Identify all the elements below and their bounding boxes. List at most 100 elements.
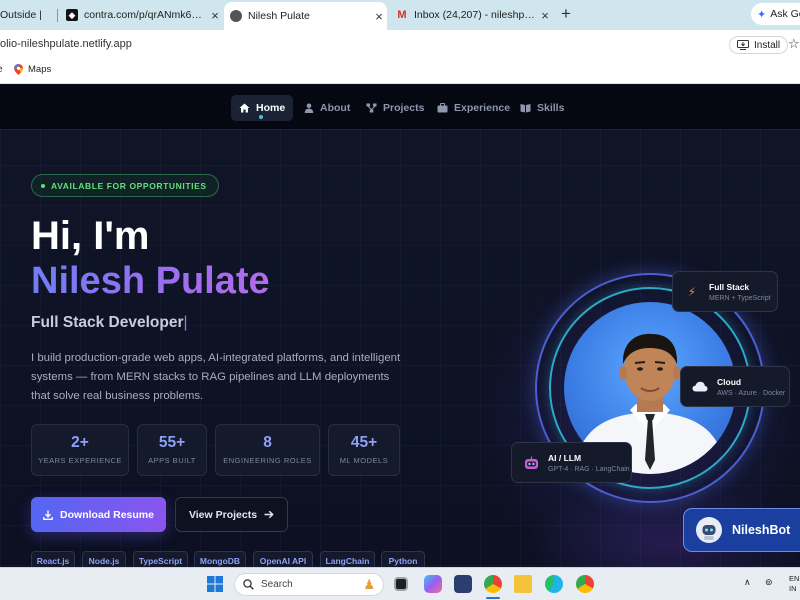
card-subtitle: AWS · Azure · Docker (717, 389, 786, 397)
nav-projects[interactable]: Projects (358, 95, 432, 121)
bookmark-maps[interactable]: Maps (14, 64, 51, 75)
network-icon[interactable]: ⊚ (765, 577, 773, 588)
close-tab-icon[interactable]: × (371, 9, 387, 24)
store-icon[interactable] (454, 575, 472, 593)
briefcase-icon (437, 103, 448, 113)
nileshbot-chat-button[interactable]: NileshBot (683, 508, 800, 552)
button-label: Download Resume (60, 508, 154, 521)
language-indicator[interactable]: EN IN (789, 574, 799, 594)
maps-pin-icon (14, 64, 23, 75)
typing-cursor: | (183, 314, 188, 331)
hero-role: Full Stack Developer| (31, 314, 188, 332)
tab-label: Outside | (0, 9, 42, 21)
language-code: EN (789, 574, 800, 583)
file-explorer-icon[interactable] (514, 575, 532, 593)
windows-taskbar: Search ♟ ∧ ⊚ EN IN (0, 567, 800, 600)
user-icon (304, 103, 314, 113)
gmail-favicon-icon: M (397, 9, 407, 21)
card-full-stack: ⚡ Full Stack MERN + TypeScript (672, 271, 778, 312)
button-label: View Projects (188, 508, 258, 521)
nav-about[interactable]: About (296, 95, 358, 121)
card-title: AI / LLM (548, 452, 582, 463)
nav-experience[interactable]: Experience (429, 95, 518, 121)
tech-tag: TypeScript (133, 551, 188, 567)
copilot-icon[interactable] (424, 575, 442, 593)
bookmarks-bar: e Maps (0, 58, 800, 84)
robot-icon (522, 454, 540, 472)
tech-tag: Node.js (82, 551, 126, 567)
new-tab-button[interactable]: + (558, 5, 574, 23)
tech-tag: LangChain (320, 551, 375, 567)
role-text: Full Stack Developer (31, 314, 184, 331)
badge-label: AVAILABLE FOR OPPORTUNITIES (51, 180, 207, 191)
cloud-icon (691, 378, 709, 396)
stat-label: APPS BUILT (148, 456, 196, 465)
stat-label: ML MODELS (339, 456, 389, 465)
install-icon (737, 40, 749, 50)
tab-label: contra.com/p/qrANmk6U-pdf- (84, 9, 207, 21)
card-title: Cloud (717, 376, 742, 387)
search-highlight-icon: ♟ (363, 576, 375, 592)
nav-skills[interactable]: Skills (512, 95, 572, 121)
tab-nilesh-pulate[interactable]: Nilesh Pulate × (224, 2, 387, 30)
search-icon (243, 579, 254, 590)
tab-outside[interactable]: Outside | (0, 4, 57, 26)
tab-gmail-inbox[interactable]: M Inbox (24,207) - nileshpulate87 × (390, 4, 553, 26)
home-icon (239, 103, 250, 113)
close-tab-icon[interactable]: × (537, 8, 553, 23)
tab-contra[interactable]: ◆ contra.com/p/qrANmk6U-pdf- × (60, 4, 223, 26)
taskbar-search-box[interactable]: Search ♟ (234, 573, 384, 596)
tech-tag: MongoDB (194, 551, 246, 567)
url-text: olio-nileshpulate.netlify.app (0, 38, 132, 50)
lightning-icon: ⚡ (687, 284, 697, 299)
globe-favicon-icon (230, 10, 242, 22)
region-code: IN (789, 584, 797, 593)
sparkle-icon: ✦ (757, 8, 767, 21)
browser-tab-strip: Outside | ◆ contra.com/p/qrANmk6U-pdf- ×… (0, 0, 800, 30)
contra-favicon-icon: ◆ (66, 9, 78, 21)
book-icon (520, 104, 531, 113)
tab-label: Nilesh Pulate (248, 10, 310, 22)
download-resume-button[interactable]: Download Resume (31, 497, 166, 532)
nav-label: About (320, 102, 351, 114)
chrome-icon[interactable] (484, 575, 502, 593)
task-view-icon[interactable] (394, 577, 408, 591)
tray-overflow-icon[interactable]: ∧ (744, 577, 751, 588)
address-bar[interactable]: olio-nileshpulate.netlify.app (0, 30, 800, 58)
active-app-indicator (486, 597, 500, 599)
stat-roles: 8 ENGINEERING ROLES (215, 424, 320, 476)
arrow-right-icon (264, 510, 274, 519)
download-icon (43, 510, 53, 520)
stat-value: 45+ (350, 434, 378, 451)
stat-value: 55+ (158, 434, 186, 451)
nav-label: Home (256, 102, 286, 114)
install-label: Install (754, 39, 781, 51)
tech-tag: OpenAI API (253, 551, 313, 567)
bookmark-label: Maps (28, 64, 52, 75)
bot-avatar-icon (696, 517, 722, 543)
nav-label: Projects (383, 102, 425, 114)
card-title: Full Stack (709, 281, 750, 292)
hero-greeting: Hi, I'm (31, 214, 150, 258)
view-projects-button[interactable]: View Projects (175, 497, 288, 532)
chrome-profile-icon[interactable] (576, 575, 594, 593)
active-indicator (259, 115, 263, 119)
edge-icon[interactable] (545, 575, 563, 593)
close-tab-icon[interactable]: × (207, 8, 223, 23)
portfolio-page: Home About Projects Experience Skills AV… (0, 85, 800, 567)
windows-start-icon[interactable] (207, 576, 223, 592)
bookmark-star-icon[interactable]: ☆ (788, 36, 800, 52)
tab-label: Inbox (24,207) - nileshpulate87 (414, 9, 537, 21)
projects-icon (366, 103, 377, 113)
stat-label: YEARS EXPERIENCE (38, 456, 122, 465)
bot-label: NileshBot (732, 523, 791, 537)
card-subtitle: GPT-4 · RAG · LangChain (548, 465, 630, 473)
card-subtitle: MERN + TypeScript (709, 294, 771, 302)
ask-gemini-button[interactable]: ✦ Ask Ge (751, 3, 800, 25)
stat-value: 2+ (71, 434, 89, 451)
nav-label: Experience (454, 102, 511, 114)
bookmark-overflow-icon[interactable]: e (0, 64, 3, 75)
card-ai-llm: AI / LLM GPT-4 · RAG · LangChain (511, 442, 632, 483)
status-dot (41, 183, 45, 188)
install-button[interactable]: Install (729, 36, 789, 54)
